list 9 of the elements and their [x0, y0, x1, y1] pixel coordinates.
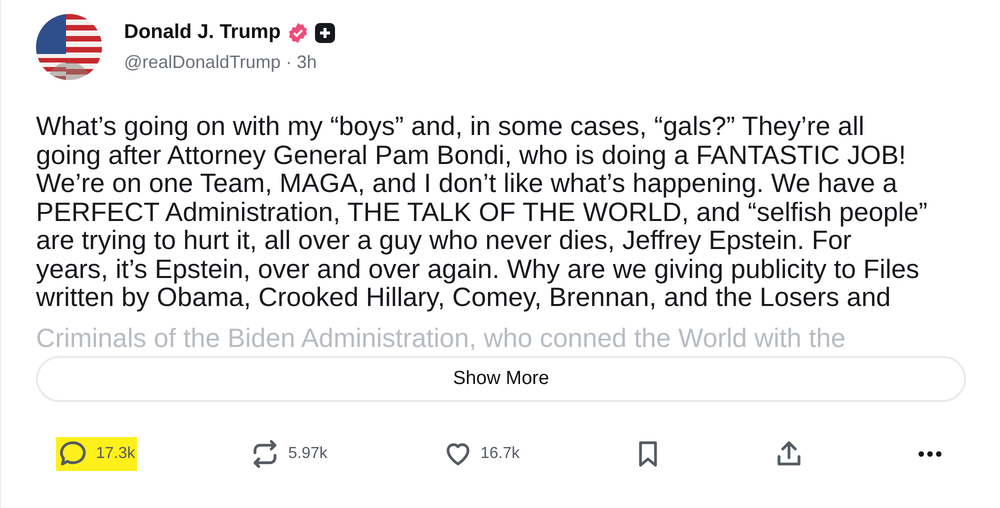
author-handle-and-time: @realDonaldTrump · 3h: [124, 52, 318, 73]
plus-badge-icon: [314, 22, 335, 42]
repost-button[interactable]: 5.97k: [248, 436, 330, 470]
post-text: What’s going on with my “boys” and, in some cases, “gals?” They’re all going after Attorney General Pam Bondi, who is doing a FANTASTIC JOB! We’re on one Team, MAGA, and I don’t like what’s happening. We have a PERFECT Administration, THE TALK OF THE WORLD, and “selfish people” are trying to hurt it, all over a guy who never dies, Jeffrey Epstein. For years, it’s Epstein, over and over again. Why are we giving publicity to Files written by Obama, Crooked Hillary, Comey, Brennan, and the Losers and: [36, 112, 928, 312]
comment-icon: [58, 438, 88, 468]
show-more-button[interactable]: Show More: [36, 356, 966, 402]
reply-button[interactable]: 17.3k: [56, 436, 138, 470]
author-name[interactable]: Donald J. Trump: [124, 21, 281, 44]
like-button[interactable]: 16.7k: [440, 436, 522, 470]
